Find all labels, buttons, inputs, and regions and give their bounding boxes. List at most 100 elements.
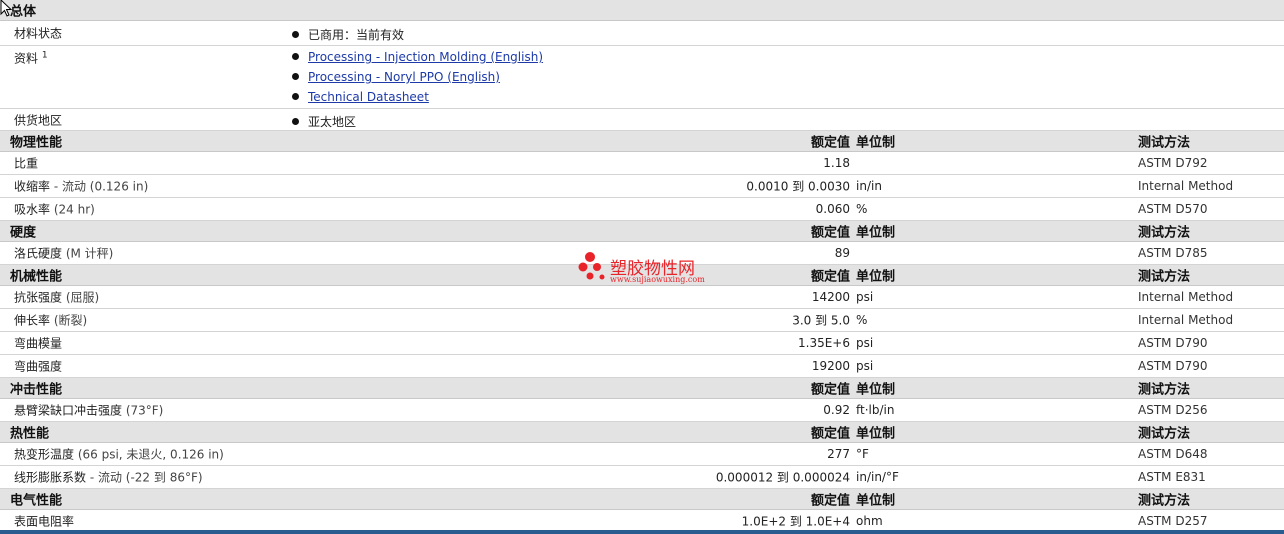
property-unit: ft·lb/in bbox=[856, 403, 895, 417]
property-value: 19200 bbox=[811, 359, 850, 373]
property-name: 伸长率 (断裂) bbox=[14, 313, 88, 328]
bullet-icon bbox=[292, 73, 299, 80]
property-unit: in/in bbox=[856, 179, 882, 193]
watermark-url: www.sujiaowuxing.com bbox=[610, 275, 705, 284]
property-name: 悬臂梁缺口冲击强度 (73°F) bbox=[14, 403, 164, 418]
column-header-unit: 单位制 bbox=[856, 135, 896, 151]
table-row: 弯曲强度 19200 psi ASTM D790 bbox=[0, 355, 1284, 378]
column-header-value: 额定值 bbox=[810, 382, 850, 398]
row-documents: 资料 1 Processing - Injection Molding (Eng… bbox=[0, 46, 1284, 109]
property-unit: °F bbox=[856, 447, 869, 461]
doc-link-item: Processing - Injection Molding (English) bbox=[292, 50, 543, 64]
property-condition: (66 psi, 未退火, 0.126 in) bbox=[74, 447, 224, 462]
property-name: 表面电阻率 bbox=[14, 514, 75, 529]
column-header-unit: 单位制 bbox=[856, 382, 896, 398]
test-method: ASTM D648 bbox=[1138, 447, 1208, 461]
column-header-test: 测试方法 bbox=[1138, 135, 1191, 151]
test-method: ASTM D790 bbox=[1138, 359, 1208, 373]
property-unit: psi bbox=[856, 336, 874, 350]
property-name: 线形膨胀系数 - 流动 (-22 到 86°F) bbox=[14, 470, 203, 485]
column-header-test: 测试方法 bbox=[1138, 225, 1191, 241]
test-method: Internal Method bbox=[1138, 290, 1234, 304]
property-value: 0.060 bbox=[815, 202, 850, 216]
property-value: 1.18 bbox=[823, 156, 850, 170]
bullet-icon bbox=[292, 118, 299, 125]
column-header-test: 测试方法 bbox=[1138, 426, 1191, 442]
column-header-value: 额定值 bbox=[810, 269, 850, 285]
doc-link-item: Processing - Noryl PPO (English) bbox=[292, 70, 500, 84]
bullet-icon bbox=[292, 31, 299, 38]
column-header-value: 额定值 bbox=[810, 493, 850, 509]
section-title: 冲击性能 bbox=[10, 382, 63, 398]
table-row: 伸长率 (断裂) 3.0 到 5.0% Internal Method bbox=[0, 309, 1284, 332]
column-header-test: 测试方法 bbox=[1138, 382, 1191, 398]
test-method: ASTM D570 bbox=[1138, 202, 1208, 216]
property-name: 弯曲强度 bbox=[14, 359, 63, 374]
test-method: ASTM E831 bbox=[1138, 470, 1206, 484]
doc-link-item: Technical Datasheet bbox=[292, 90, 429, 104]
test-method: Internal Method bbox=[1138, 179, 1234, 193]
property-condition: (屈服) bbox=[62, 290, 100, 305]
link-noryl-ppo[interactable]: Processing - Noryl PPO (English) bbox=[308, 70, 500, 84]
property-unit: psi bbox=[856, 359, 874, 373]
section-header-general: 总体 bbox=[0, 0, 1284, 21]
table-row: 弯曲模量 1.35E+6 psi ASTM D790 bbox=[0, 332, 1284, 355]
column-header-unit: 单位制 bbox=[856, 426, 896, 442]
property-unit: % bbox=[856, 202, 868, 216]
table-row: 线形膨胀系数 - 流动 (-22 到 86°F) 0.000012 到 0.000… bbox=[0, 466, 1284, 489]
section-title: 机械性能 bbox=[10, 269, 63, 285]
property-value: 89 bbox=[834, 246, 850, 260]
property-value: 14200 bbox=[811, 290, 850, 304]
link-injection-molding[interactable]: Processing - Injection Molding (English) bbox=[308, 50, 543, 64]
property-name: 比重 bbox=[14, 156, 39, 171]
property-value: 277 bbox=[827, 447, 850, 461]
watermark: 塑胶物性网 www.sujiaowuxing.com bbox=[578, 250, 728, 290]
property-name: 弯曲模量 bbox=[14, 336, 63, 351]
section-title: 物理性能 bbox=[10, 135, 63, 151]
column-header-unit: 单位制 bbox=[856, 225, 896, 241]
column-header-unit: 单位制 bbox=[856, 269, 896, 285]
property-label: 供货地区 bbox=[14, 113, 63, 127]
property-name: 热变形温度 (66 psi, 未退火, 0.126 in) bbox=[14, 447, 224, 462]
test-method: Internal Method bbox=[1138, 313, 1234, 327]
bullet-icon bbox=[292, 53, 299, 60]
section-header-thermal: 热性能 额定值 单位制 测试方法 bbox=[0, 422, 1284, 443]
column-header-value: 额定值 bbox=[810, 135, 850, 151]
property-label: 资料 1 bbox=[14, 50, 48, 66]
property-value: 0.000012 到 0.000024 bbox=[715, 470, 850, 485]
link-technical-datasheet[interactable]: Technical Datasheet bbox=[308, 90, 429, 104]
property-value: 1.35E+6 bbox=[798, 336, 850, 350]
section-header-hardness: 硬度 额定值 单位制 测试方法 bbox=[0, 221, 1284, 242]
property-name: 收缩率 - 流动 (0.126 in) bbox=[14, 179, 149, 194]
property-value: 1.0E+2 到 1.0E+4 bbox=[741, 514, 850, 529]
status-value: 已商用：当前有效 bbox=[292, 26, 404, 43]
property-name: 洛氏硬度 (M 计秤) bbox=[14, 246, 114, 261]
table-row: 比重 1.18 ASTM D792 bbox=[0, 152, 1284, 175]
property-sections: 物理性能 额定值 单位制 测试方法 比重 1.18 ASTM D792 收缩率 - 流动 (0… bbox=[0, 131, 1284, 533]
row-material-status: 材料状态 已商用：当前有效 bbox=[0, 21, 1284, 46]
property-condition: - 流动 (0.126 in) bbox=[50, 179, 149, 194]
footnote-marker: 1 bbox=[41, 50, 48, 61]
column-header-unit: 单位制 bbox=[856, 493, 896, 509]
section-title: 热性能 bbox=[10, 426, 50, 442]
property-condition: (24 hr) bbox=[50, 202, 95, 217]
section-header-electrical: 电气性能 额定值 单位制 测试方法 bbox=[0, 489, 1284, 510]
section-title: 硬度 bbox=[10, 225, 37, 241]
table-row: 吸水率 (24 hr) 0.060% ASTM D570 bbox=[0, 198, 1284, 221]
availability-value: 亚太地区 bbox=[292, 113, 356, 130]
section-header-impact: 冲击性能 额定值 单位制 测试方法 bbox=[0, 378, 1284, 399]
property-condition: (M 计秤) bbox=[62, 246, 114, 261]
test-method: ASTM D256 bbox=[1138, 403, 1208, 417]
column-header-test: 测试方法 bbox=[1138, 493, 1191, 509]
column-header-value: 额定值 bbox=[810, 426, 850, 442]
table-row: 收缩率 - 流动 (0.126 in) 0.0010 到 0.0030 in/in I… bbox=[0, 175, 1284, 198]
test-method: ASTM D790 bbox=[1138, 336, 1208, 350]
property-unit: in/in/°F bbox=[856, 470, 899, 484]
property-condition: (断裂) bbox=[50, 313, 88, 328]
section-title: 电气性能 bbox=[10, 493, 63, 509]
property-name: 抗张强度 (屈服) bbox=[14, 290, 100, 305]
property-unit: ohm bbox=[856, 514, 883, 528]
property-value: 0.0010 到 0.0030 bbox=[746, 179, 850, 194]
table-row: 热变形温度 (66 psi, 未退火, 0.126 in) 277 °F ASTM D… bbox=[0, 443, 1284, 466]
property-label: 材料状态 bbox=[14, 26, 63, 41]
